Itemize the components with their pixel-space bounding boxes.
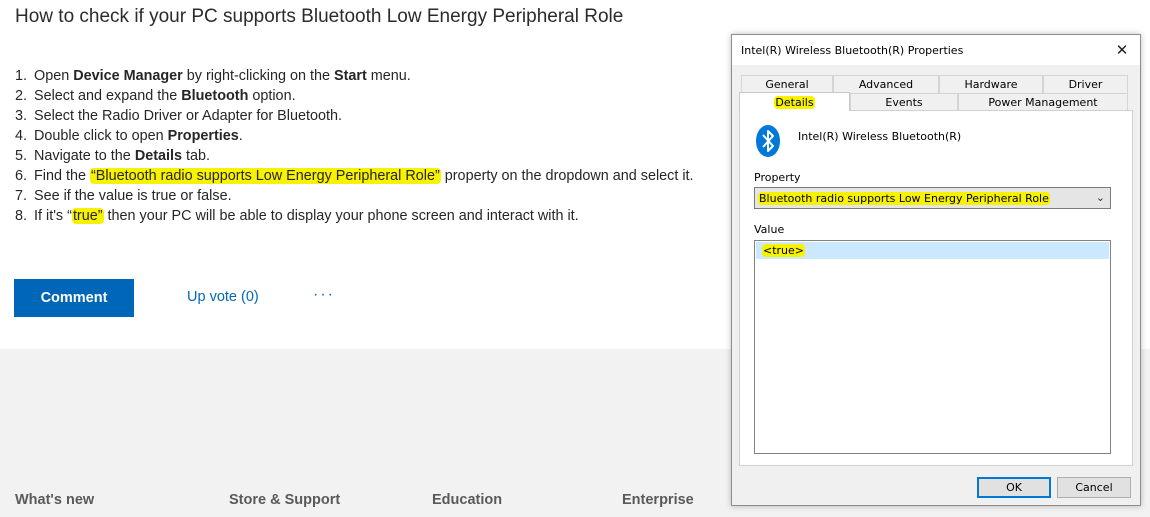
footer-link-education[interactable]: Education [432,492,502,508]
page-title: How to check if your PC supports Bluetoo… [15,6,624,27]
step-highlight: “Bluetooth radio supports Low Energy Per… [90,168,441,184]
step-text: Select the Radio Driver or Adapter for B… [34,108,342,124]
value-item-text: <true> [762,244,806,257]
step-emphasis: Details [134,148,183,164]
tab-driver[interactable]: Driver [1043,75,1128,93]
list-item: 1. Open Device Manager by right-clicking … [15,66,694,86]
ok-button[interactable]: OK [977,477,1051,498]
close-icon[interactable]: ✕ [1112,40,1132,60]
list-item: 4. Double click to open Properties. [15,126,694,146]
step-number: 6. [15,168,28,184]
comment-button[interactable]: Comment [14,279,134,317]
step-text: then your PC will be able to display you… [103,208,579,224]
step-text: Find the [34,168,90,184]
tab-power-management[interactable]: Power Management [958,93,1128,111]
step-emphasis: Device Manager [73,68,183,84]
step-text: property on the dropdown and select it. [440,168,694,184]
tab-general[interactable]: General [741,75,833,93]
steps-list: 1. Open Device Manager by right-clicking … [15,66,694,226]
step-text: Select and expand the [34,88,182,104]
list-item: 2. Select and expand the Bluetooth option… [15,86,694,106]
footer-link-whats-new[interactable]: What's new [15,492,94,508]
step-emphasis: Bluetooth [181,88,249,104]
step-number: 1. [15,68,28,84]
tab-details-label: Details [774,95,815,109]
step-text: Double click to open [34,128,168,144]
step-text: See if the value is true or false. [34,188,232,204]
value-list[interactable]: <true> [754,240,1111,454]
tab-details[interactable]: Details [739,92,850,111]
step-number: 3. [15,108,28,124]
footer-link-enterprise[interactable]: Enterprise [622,492,694,508]
chevron-down-icon: ⌄ [1095,191,1105,204]
tab-advanced[interactable]: Advanced [833,75,939,93]
tab-hardware[interactable]: Hardware [939,75,1043,93]
device-name: Intel(R) Wireless Bluetooth(R) [798,130,962,143]
footer-link-store-support[interactable]: Store & Support [229,492,340,508]
list-item: 6. Find the “Bluetooth radio supports Low… [15,166,694,186]
step-text: . [238,128,243,144]
step-emphasis: Start [333,68,367,84]
step-number: 8. [15,208,28,224]
step-number: 2. [15,88,28,104]
dialog-title: Intel(R) Wireless Bluetooth(R) Propertie… [741,44,964,57]
list-item[interactable]: <true> [756,242,1109,259]
more-options-button[interactable]: ··· [313,286,335,304]
step-text: menu. [366,68,411,84]
list-item: 7. See if the value is true or false. [15,186,694,206]
step-text: by right-clicking on the [182,68,334,84]
value-label: Value [754,223,785,236]
step-text: If it's “ [34,208,72,224]
property-dropdown[interactable]: Bluetooth radio supports Low Energy Peri… [754,187,1111,209]
step-text: Open [34,68,74,84]
properties-dialog: Intel(R) Wireless Bluetooth(R) Propertie… [731,34,1141,506]
step-text: Navigate to the [34,148,135,164]
step-emphasis: Properties [167,128,239,144]
step-highlight: true” [71,208,104,224]
bluetooth-icon [756,125,780,157]
list-item: 5. Navigate to the Details tab. [15,146,694,166]
step-text: option. [248,88,296,104]
step-number: 5. [15,148,28,164]
property-label: Property [754,171,801,184]
tab-events[interactable]: Events [850,93,958,111]
dialog-titlebar[interactable]: Intel(R) Wireless Bluetooth(R) Propertie… [732,35,1140,65]
property-value: Bluetooth radio supports Low Energy Peri… [758,191,1050,205]
step-text: tab. [182,148,211,164]
list-item: 8. If it's “true” then your PC will be ab… [15,206,694,226]
cancel-button[interactable]: Cancel [1057,477,1131,498]
step-number: 7. [15,188,28,204]
upvote-link[interactable]: Up vote (0) [187,289,259,305]
step-number: 4. [15,128,28,144]
list-item: 3. Select the Radio Driver or Adapter for… [15,106,694,126]
